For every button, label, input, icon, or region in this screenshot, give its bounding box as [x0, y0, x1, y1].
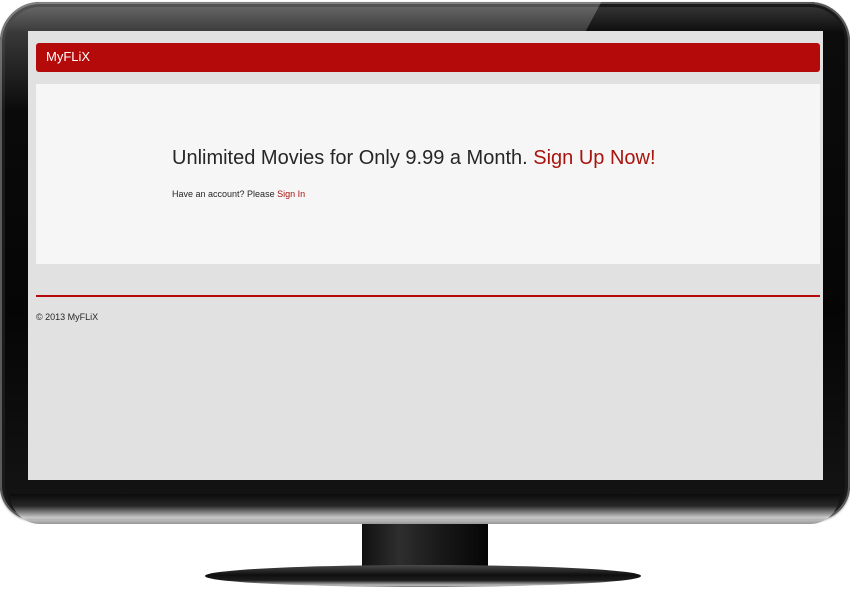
monitor-screen: MyFLiX Unlimited Movies for Only 9.99 a … [28, 31, 823, 480]
brand-link[interactable]: MyFLiX [46, 49, 90, 64]
sign-in-link[interactable]: Sign In [277, 189, 305, 199]
account-prompt: Have an account? Please Sign In [172, 189, 305, 199]
top-navbar: MyFLiX [36, 43, 820, 72]
footer-divider [36, 295, 820, 297]
hero-heading: Unlimited Movies for Only 9.99 a Month. … [172, 147, 656, 170]
footer-copyright: © 2013 MyFLiX [36, 312, 99, 322]
monitor-stand-base [205, 565, 641, 587]
monitor-chrome-trim [10, 494, 840, 524]
hero-unit: Unlimited Movies for Only 9.99 a Month. … [36, 84, 820, 264]
hero-headline-text: Unlimited Movies for Only 9.99 a Month. [172, 147, 528, 169]
account-prompt-text: Have an account? Please [172, 189, 275, 199]
sign-up-link[interactable]: Sign Up Now! [533, 147, 655, 169]
